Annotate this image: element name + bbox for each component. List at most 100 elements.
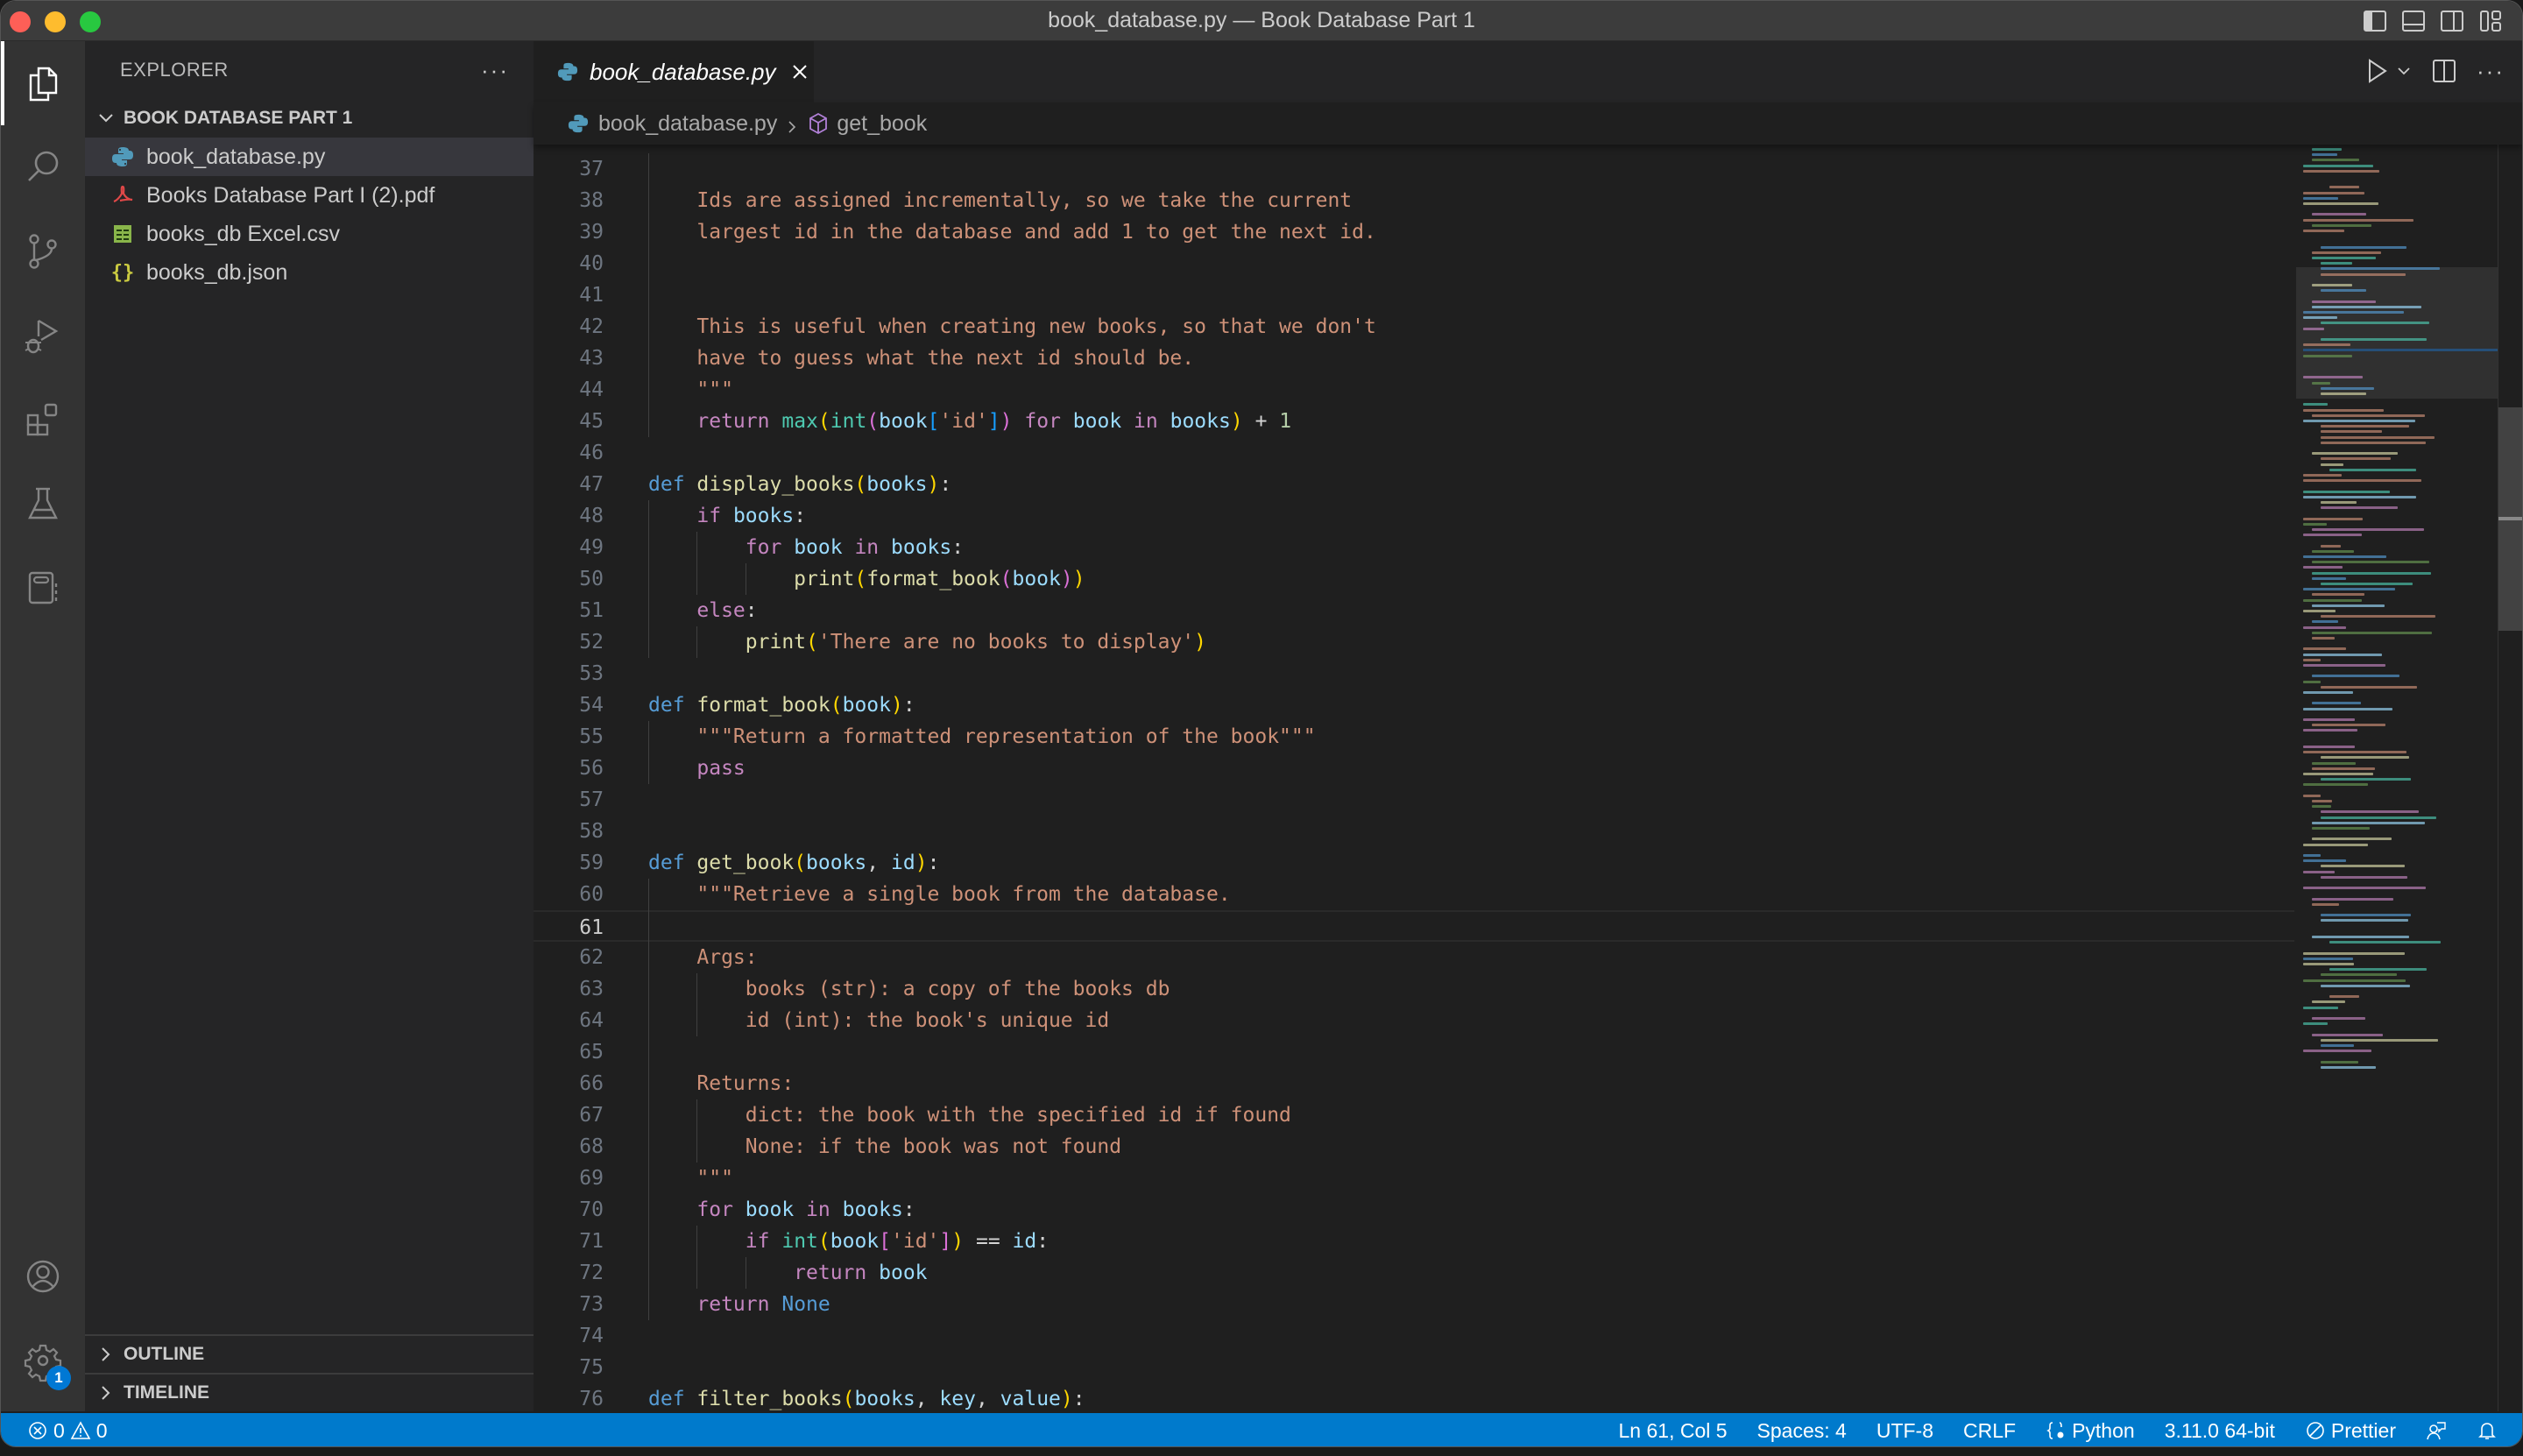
encoding[interactable]: UTF-8 — [1876, 1419, 1933, 1443]
code-line[interactable]: 68 None: if the book was not found — [534, 1131, 2294, 1163]
problems-indicator[interactable]: 0 0 — [27, 1419, 108, 1443]
code-line[interactable]: 59 def get_book(books, id): — [534, 847, 2294, 879]
activity-notebook[interactable] — [1, 546, 85, 630]
python-interpreter[interactable]: 3.11.0 64-bit — [2165, 1419, 2275, 1443]
minimap-line — [2312, 159, 2360, 162]
code-line[interactable]: 73 return None — [534, 1289, 2294, 1320]
cursor-position[interactable]: Ln 61, Col 5 — [1619, 1419, 1728, 1443]
prettier-formatter[interactable]: Prettier — [2305, 1419, 2396, 1443]
minimap-line — [2303, 588, 2396, 591]
feedback-button[interactable] — [2426, 1420, 2447, 1441]
code-line[interactable]: 75 — [534, 1352, 2294, 1383]
code-line[interactable]: 52 print('There are no books to display'… — [534, 626, 2294, 658]
code-line[interactable]: 53 — [534, 658, 2294, 689]
code-line[interactable]: 65 — [534, 1036, 2294, 1068]
code-line[interactable]: 41 — [534, 279, 2294, 311]
tab-book-database-py[interactable]: book_database.py — [534, 41, 814, 102]
file-item-csv[interactable]: books_db Excel.csv — [85, 215, 534, 253]
activity-search[interactable] — [1, 125, 85, 209]
line-text: id (int): the book's unique id — [648, 1009, 1110, 1032]
code-line[interactable]: 69 """ — [534, 1163, 2294, 1194]
activity-explorer[interactable] — [1, 41, 85, 125]
toggle-secondary-sidebar-icon[interactable] — [2440, 9, 2464, 33]
code-line[interactable]: 56 pass — [534, 753, 2294, 784]
minimap-line — [2303, 963, 2354, 965]
code-line[interactable]: 49 for book in books: — [534, 532, 2294, 563]
code-line[interactable]: 48 if books: — [534, 500, 2294, 532]
breadcrumb-symbol[interactable]: get_book — [837, 111, 927, 137]
indentation[interactable]: Spaces: 4 — [1757, 1419, 1847, 1443]
more-actions-button[interactable]: ··· — [2477, 58, 2505, 85]
warning-icon — [70, 1421, 91, 1439]
code-line[interactable]: 40 — [534, 248, 2294, 279]
toggle-panel-icon[interactable] — [2401, 9, 2426, 33]
activity-source-control[interactable] — [1, 209, 85, 293]
code-line[interactable]: 64 id (int): the book's unique id — [534, 1005, 2294, 1036]
code-line[interactable]: 67 dict: the book with the specified id … — [534, 1099, 2294, 1131]
minimap[interactable] — [2296, 145, 2498, 1411]
customize-layout-icon[interactable] — [2478, 9, 2503, 33]
breadcrumb-file[interactable]: book_database.py — [598, 111, 777, 137]
code-line[interactable]: 72 return book — [534, 1257, 2294, 1289]
code-line[interactable]: 38 Ids are assigned incrementally, so we… — [534, 185, 2294, 216]
toggle-primary-sidebar-icon[interactable] — [2363, 9, 2387, 33]
split-editor-button[interactable] — [2431, 58, 2457, 84]
language-mode[interactable]: Python — [2046, 1419, 2135, 1443]
end-of-line[interactable]: CRLF — [1963, 1419, 2016, 1443]
code-line[interactable]: 42 This is useful when creating new book… — [534, 311, 2294, 343]
code-line[interactable]: 60 """Retrieve a single book from the da… — [534, 879, 2294, 910]
file-item-book-database-py[interactable]: book_database.py — [85, 138, 534, 176]
code-line[interactable]: 55 """Return a formatted representation … — [534, 721, 2294, 753]
code-line[interactable]: 39 largest id in the database and add 1 … — [534, 216, 2294, 248]
run-dropdown-chevron-icon[interactable] — [2396, 63, 2412, 79]
minimap-slider[interactable] — [2296, 267, 2498, 399]
code-line[interactable]: 70 for book in books: — [534, 1194, 2294, 1226]
activity-run-debug[interactable] — [1, 293, 85, 378]
code-line[interactable]: 37 — [534, 153, 2294, 185]
code-line[interactable]: 76 def filter_books(books, key, value): — [534, 1383, 2294, 1411]
code-line[interactable]: 45 return max(int(book['id']) for book i… — [534, 406, 2294, 437]
run-python-file-button[interactable] — [2364, 57, 2389, 85]
minimap-line — [2321, 865, 2406, 868]
code-line[interactable]: 54 def format_book(book): — [534, 689, 2294, 721]
vertical-scrollbar[interactable] — [2498, 145, 2522, 1411]
code-line[interactable]: 51 else: — [534, 595, 2294, 626]
minimap-line — [2312, 604, 2385, 607]
code-line[interactable]: 61 — [534, 910, 2294, 942]
code-line[interactable]: 66 Returns: — [534, 1068, 2294, 1099]
timeline-section[interactable]: TIMELINE — [85, 1373, 534, 1411]
folder-header[interactable]: BOOK DATABASE PART 1 — [85, 99, 534, 138]
code-line[interactable]: 47 def display_books(books): — [534, 469, 2294, 500]
code-line[interactable]: 50 print(format_book(book)) — [534, 563, 2294, 595]
code-editor[interactable]: 37 38 Ids are assigned incrementally, so … — [534, 145, 2294, 1411]
code-line[interactable]: 71 if int(book['id']) == id: — [534, 1226, 2294, 1257]
indent-guide — [696, 1099, 698, 1163]
line-number: 67 — [579, 1104, 604, 1127]
file-item-pdf[interactable]: Books Database Part I (2).pdf — [85, 176, 534, 215]
minimap-line — [2303, 479, 2422, 483]
code-line[interactable]: 74 — [534, 1320, 2294, 1352]
window-title: book_database.py — Book Database Part 1 — [1048, 8, 1475, 32]
python-icon — [111, 145, 134, 168]
explorer-more-actions-button[interactable]: ··· — [481, 57, 509, 84]
code-line[interactable]: 46 — [534, 437, 2294, 469]
code-line[interactable]: 63 books (str): a copy of the books db — [534, 973, 2294, 1005]
close-tab-icon[interactable] — [790, 62, 809, 81]
activity-manage[interactable]: 1 — [1, 1318, 85, 1403]
minimap-line — [2321, 430, 2382, 434]
code-line[interactable]: 58 — [534, 816, 2294, 847]
activity-accounts[interactable] — [1, 1234, 85, 1318]
outline-section[interactable]: OUTLINE — [85, 1334, 534, 1373]
title-bar: book_database.py — Book Database Part 1 — [1, 1, 2522, 41]
activity-extensions[interactable] — [1, 378, 85, 462]
file-item-json[interactable]: {} books_db.json — [85, 253, 534, 292]
warning-count: 0 — [95, 1418, 108, 1442]
code-line[interactable]: 62 Args: — [534, 942, 2294, 973]
notifications-button[interactable] — [2477, 1420, 2498, 1441]
minimap-line — [2321, 272, 2406, 276]
code-line[interactable]: 43 have to guess what the next id should… — [534, 343, 2294, 374]
activity-testing[interactable] — [1, 462, 85, 546]
code-line[interactable]: 44 """ — [534, 374, 2294, 406]
line-number: 43 — [579, 347, 604, 370]
code-line[interactable]: 57 — [534, 784, 2294, 816]
